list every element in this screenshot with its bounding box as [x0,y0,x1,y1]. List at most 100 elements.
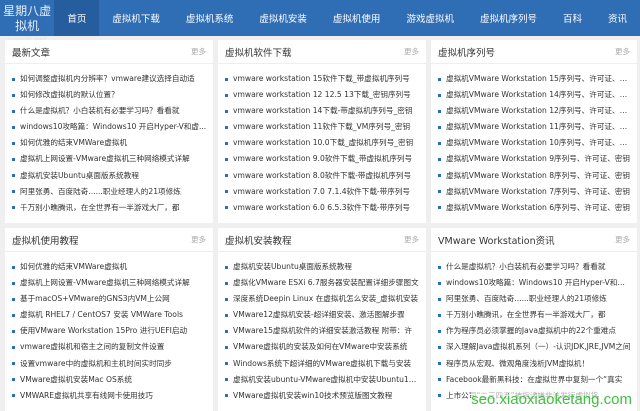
article-link[interactable]: 如何优雅的结束VMWare虚拟机 [20,138,127,147]
article-link[interactable]: 虚拟机上网设置-VMware虚拟机三种网络模式详解 [20,154,190,163]
list-item[interactable]: 虚拟机安装Ubuntu桌面版系统教程 [12,168,213,184]
list-item[interactable]: 作为程序员必须掌握的Java虚拟机中的22个重难点 [438,323,637,339]
article-link[interactable]: 什么是虚拟机？小白装机有必要学习吗？看看就 [20,106,179,115]
list-item[interactable]: Windows系统下超详细的VMware虚拟机下载与安装 [225,356,426,372]
article-link[interactable]: 如何调整虚拟机内分辨率？vmware建议选择自动适 [20,74,195,83]
list-item[interactable]: 如何优雅的结束VMWare虚拟机 [12,259,213,275]
article-link[interactable]: 虚拟机VMware Workstation 11序列号、许可证、密... [446,122,634,131]
article-link[interactable]: VMware15虚拟机软件的详细安装激活教程 附带：许 [233,326,412,335]
list-item[interactable]: vmware workstation 12 12.5 13下载_密钥序列号 [225,87,426,103]
nav-item[interactable]: 虚拟机下载 [99,0,173,36]
article-link[interactable]: vmware workstation 7.0 7.1.4软件下载-带序列号 [233,187,410,196]
nav-item[interactable]: 虚拟机序列号 [467,0,550,36]
article-link[interactable]: vmware workstation 11软件下载_VM序列号_密钥 [233,122,410,131]
nav-item[interactable]: 首页 [54,0,100,36]
article-link[interactable]: 设置vmware中的虚拟机和主机时间实时同步 [20,359,172,368]
article-link[interactable]: 深度系统Deepin Linux 在虚拟机怎么安装_虚拟机安装 [233,294,418,303]
article-link[interactable]: 千万别小瞧腾讯，在全世界有一半游戏大厂，都 [446,310,605,319]
article-link[interactable]: VMware12虚拟机安装-超详细安装、激活图解步骤 [233,310,405,319]
article-link[interactable]: VMWARE虚拟机共享有线网卡使用技巧 [20,391,153,400]
more-link[interactable]: 更多 [191,234,206,245]
nav-item[interactable]: 虚拟机系统 [173,0,247,36]
list-item[interactable]: 虚拟机VMware Workstation 15序列号、许可证、密... [438,71,637,87]
list-item[interactable]: 虚拟机VMware Workstation 7序列号、许可证、密钥 [438,184,637,200]
article-link[interactable]: windows10攻略篇：Windows10 开启Hyper-V和虚... [446,278,632,287]
article-link[interactable]: 虚拟机上网设置-VMware虚拟机三种网络模式详解 [20,278,190,287]
article-link[interactable]: vmware workstation 12 12.5 13下载_密钥序列号 [233,90,411,99]
list-item[interactable]: 虚拟机VMware Workstation 9序列号、许可证、密钥 [438,151,637,167]
list-item[interactable]: 基于macOS+VMware的GNS3内VM上公网 [12,291,213,307]
list-item[interactable]: vmware workstation 8.0软件下载-带虚拟机序列号 [225,168,426,184]
list-item[interactable]: 千万别小瞧腾讯，在全世界有一半游戏大厂，都 [12,200,213,216]
article-link[interactable]: 深入理解Java虚拟机系列（一）-认识JDK,JRE,JVM之间 [446,342,630,351]
list-item[interactable]: VMware虚拟机安装Mac OS系统 [12,372,213,388]
more-link[interactable]: 更多 [404,234,419,245]
list-item[interactable]: 虚拟机安装ubuntu-VMware虚拟机中安装Ubuntu14... [225,372,426,388]
article-link[interactable]: vmware workstation 14下载-带虚拟机序列号_密钥 [233,106,412,115]
article-link[interactable]: 作为程序员必须掌握的Java虚拟机中的22个重难点 [446,326,616,335]
article-link[interactable]: 阿里张勇、百度陆奇......职业经理人的21项修炼 [20,187,181,196]
nav-item[interactable]: 虚拟机使用 [320,0,394,36]
more-link[interactable]: 更多 [404,46,419,57]
list-item[interactable]: vmware workstation 11软件下载_VM序列号_密钥 [225,119,426,135]
nav-item[interactable]: 游戏虚拟机 [393,0,467,36]
more-link[interactable]: 更多 [191,46,206,57]
list-item[interactable]: windows10攻略篇：Windows10 开启Hyper-V和虚... [438,275,637,291]
more-link[interactable]: 更多 [615,46,630,57]
article-link[interactable]: 虚拟机VMware Workstation 10序列号、许可证、密... [446,138,634,147]
list-item[interactable]: vmware workstation 15软件下载_带虚拟机序列号 [225,71,426,87]
article-link[interactable]: 程序员从宏观、微观角度浅析JVM虚拟机！ [446,359,589,368]
list-item[interactable]: 如何优雅的结束VMWare虚拟机 [12,135,213,151]
article-link[interactable]: VMware虚拟机安装Mac OS系统 [20,375,132,384]
list-item[interactable]: 阿里张勇、百度陆奇......职业经理人的21项修炼 [12,184,213,200]
article-link[interactable]: 虚拟机VMware Workstation 8序列号、许可证、密钥 [446,171,630,180]
list-item[interactable]: VMware15虚拟机软件的详细安装激活教程 附带：许 [225,323,426,339]
list-item[interactable]: vmware workstation 6.0 6.5.3软件下载-带序列号 [225,200,426,216]
article-link[interactable]: VMware虚拟机的安装及如何在VMware中安装系统 [233,342,407,351]
list-item[interactable]: 虚拟化VMware ESXi 6.7服务器安装配置详细步骤图文 [225,275,426,291]
list-item[interactable]: 虚拟机VMware Workstation 14序列号、许可证、密... [438,87,637,103]
list-item[interactable]: 如何调整虚拟机内分辨率？vmware建议选择自动适 [12,71,213,87]
list-item[interactable]: 深入理解Java虚拟机系列（一）-认识JDK,JRE,JVM之间 [438,339,637,355]
list-item[interactable]: 阿里张勇、百度陆奇......职业经理人的21项修炼 [438,291,637,307]
list-item[interactable]: VMware12虚拟机安装-超详细安装、激活图解步骤 [225,307,426,323]
list-item[interactable]: 虚拟机VMware Workstation 12序列号、许可证、密... [438,103,637,119]
list-item[interactable]: Facebook最新黑科技：在虚拟世界中复刻一个“真实 [438,372,637,388]
list-item[interactable]: windows10攻略篇：Windows10 开启Hyper-V和虚... [12,119,213,135]
article-link[interactable]: vmware workstation 6.0 6.5.3软件下载-带序列号 [233,203,410,212]
list-item[interactable]: 什么是虚拟机？小白装机有必要学习吗？看看就 [438,259,637,275]
nav-item[interactable]: 资讯 [595,0,640,36]
list-item[interactable]: 千万别小瞧腾讯，在全世界有一半游戏大厂，都 [438,307,637,323]
list-item[interactable]: VMware虚拟机安装win10技术预览版图文教程 [225,388,426,404]
article-link[interactable]: windows10攻略篇：Windows10 开启Hyper-V和虚... [20,122,206,131]
article-link[interactable]: vmware workstation 15软件下载_带虚拟机序列号 [233,74,410,83]
article-link[interactable]: vmware workstation 9.0软件下载_带虚拟机序列号 [233,154,412,163]
article-link[interactable]: 使用VMware Workstation 15Pro 进行UEFI启动 [20,326,187,335]
list-item[interactable]: 虚拟机上网设置-VMware虚拟机三种网络模式详解 [12,275,213,291]
list-item[interactable]: vmware workstation 9.0软件下载_带虚拟机序列号 [225,151,426,167]
article-link[interactable]: 虚拟机VMware Workstation 15序列号、许可证、密... [446,74,634,83]
article-link[interactable]: 基于macOS+VMware的GNS3内VM上公网 [20,294,170,303]
list-item[interactable]: 程序员从宏观、微观角度浅析JVM虚拟机！ [438,356,637,372]
article-link[interactable]: 如何修改虚拟机的默认位置？ [20,90,119,99]
article-link[interactable]: 千万别小瞧腾讯，在全世界有一半游戏大厂，都 [20,203,179,212]
article-link[interactable]: 什么是虚拟机？小白装机有必要学习吗？看看就 [446,262,605,271]
article-link[interactable]: 阿里张勇、百度陆奇......职业经理人的21项修炼 [446,294,607,303]
article-link[interactable]: vmware虚拟机和宿主之间的复制文件设置 [20,342,164,351]
more-link[interactable]: 更多 [615,234,630,245]
list-item[interactable]: vmware workstation 7.0 7.1.4软件下载-带序列号 [225,184,426,200]
article-link[interactable]: Windows系统下超详细的VMware虚拟机下载与安装 [233,359,411,368]
nav-item[interactable]: 百科 [550,0,595,36]
list-item[interactable]: 什么是虚拟机？小白装机有必要学习吗？看看就 [12,103,213,119]
list-item[interactable]: 虚拟机VMware Workstation 8序列号、许可证、密钥 [438,168,637,184]
article-link[interactable]: 虚拟化VMware ESXi 6.7服务器安装配置详细步骤图文 [233,278,419,287]
nav-item[interactable]: 虚拟机安装 [246,0,320,36]
article-link[interactable]: 虚拟机安装Ubuntu桌面版系统教程 [20,171,139,180]
article-link[interactable]: 虚拟机安装ubuntu-VMware虚拟机中安装Ubuntu14... [233,375,421,384]
site-logo[interactable]: 星期八虚拟机 xunij8.net [0,0,54,44]
article-link[interactable]: VMware虚拟机安装win10技术预览版图文教程 [233,391,392,400]
list-item[interactable]: 虚拟机VMware Workstation 10序列号、许可证、密... [438,135,637,151]
list-item[interactable]: VMware虚拟机的安装及如何在VMware中安装系统 [225,339,426,355]
article-link[interactable]: 虚拟机VMware Workstation 7序列号、许可证、密钥 [446,187,630,196]
article-link[interactable]: 虚拟机VMware Workstation 6序列号、许可证、密钥 [446,203,630,212]
